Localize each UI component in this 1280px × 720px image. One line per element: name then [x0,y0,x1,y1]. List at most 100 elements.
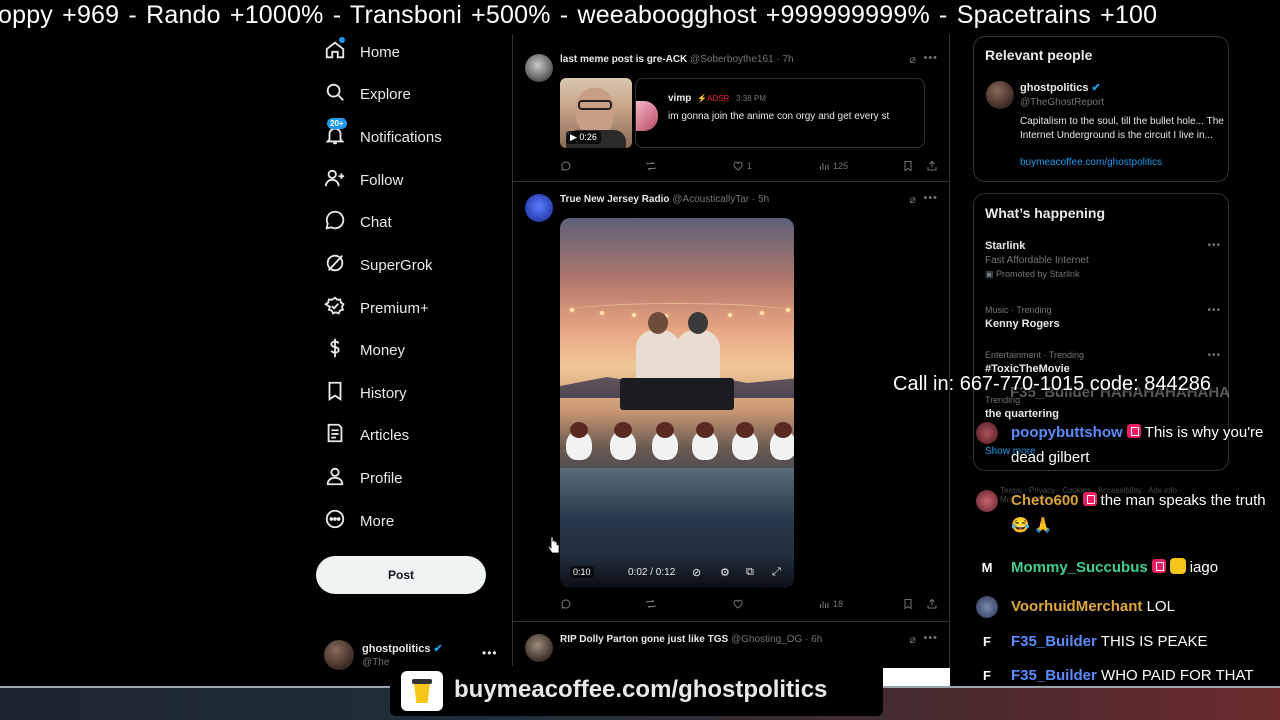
like-button[interactable]: 1 [732,160,752,172]
nav-item-premium[interactable]: Premium+ [323,292,429,324]
views-icon [820,163,829,170]
fullscreen-icon[interactable]: ⤢ [772,566,781,579]
post-1[interactable]: last meme post is gre-ACK @Soberboythe16… [513,34,949,182]
quote-tag: ⚡ADSR [697,94,730,103]
nav-item-notifications[interactable]: 20+ Notifications [324,117,442,153]
mute-icon[interactable]: ⊘ [692,566,701,579]
post-header: RIP Dolly Parton gone just like TGS @Gho… [560,634,822,645]
chat-username: F35_Builder [1011,633,1097,650]
relevant-name[interactable]: ghostpolitics ✔ [1020,81,1101,94]
post-actions: 18 [560,598,942,614]
notification-badge: 20+ [327,117,347,129]
verified-icon: ✔ [433,643,443,655]
video-thumbnail[interactable]: ▶ 0:26 [560,78,632,148]
relevant-link[interactable]: buymeacoffee.com/ghostpolitics [1020,157,1162,168]
bookmark-button[interactable] [902,160,914,172]
avatar[interactable] [525,194,553,222]
premium-icon [323,295,346,322]
trend-title: Kenny Rogers [985,318,1060,330]
avatar[interactable] [525,634,553,662]
reply-button[interactable] [560,598,572,610]
bell-icon: 20+ [324,117,347,151]
more-dots-icon[interactable]: ••• [923,632,938,644]
post-meta: @AcousticallyTar · 5h [672,194,770,205]
nav-label-home: Home [360,43,401,61]
bookmark-button[interactable] [902,598,914,610]
view-count: 18 [833,599,844,609]
trend-item[interactable]: Entertainment · Trending #ToxicTheMovie … [985,350,1221,375]
post-author[interactable]: last meme post is gre-ACK [560,54,687,65]
quoted-post[interactable]: vimp ⚡ADSR 3:38 PM im gonna join the ani… [635,78,925,148]
chat-username: Mommy_Succubus [1011,559,1148,576]
heart-icon [733,599,743,609]
share-button[interactable] [926,160,938,172]
nav-item-supergrok[interactable]: SuperGrok [324,249,433,281]
chat-text: LOL [1146,598,1175,615]
grok-icon[interactable]: ⌀ [909,53,916,66]
chat-text: iago [1189,559,1219,576]
settings-icon[interactable]: ⚙ [720,566,730,579]
more-dots-icon[interactable]: ••• [482,646,498,660]
nav-item-profile[interactable]: Profile [324,462,403,494]
trend-promo: ▣ Promoted by Starlink [985,269,1080,279]
mouse-cursor-icon [548,536,560,554]
grok-icon[interactable]: ⌀ [909,633,916,646]
more-dots-icon[interactable]: ••• [923,52,938,64]
more-dots-icon[interactable]: ••• [1207,240,1221,251]
views-button[interactable]: 18 [818,598,843,610]
nav-item-explore[interactable]: Explore [324,78,411,110]
nav-item-more[interactable]: More [324,505,394,537]
trend-item[interactable]: Starlink Fast Affordable Internet ▣ Prom… [985,240,1221,280]
reply-button[interactable] [560,160,572,172]
repost-button[interactable] [645,160,657,172]
chat-username: Cheto600 [1011,492,1079,509]
nav-item-chat[interactable]: Chat [324,206,392,238]
repost-icon [646,161,656,171]
video-player[interactable]: 0:10 0:02 / 0:12 ⊘ ⚙ ⧉ ⤢ [560,218,794,588]
account-handle: @The [362,657,390,668]
more-dots-icon[interactable]: ••• [1207,305,1221,316]
repost-button[interactable] [645,598,657,610]
chat-icon [324,209,346,236]
coffee-cup-icon [401,671,443,711]
avatar[interactable] [986,81,1014,109]
more-dots-icon[interactable]: ••• [923,192,938,204]
post-2[interactable]: True New Jersey Radio @AcousticallyTar ·… [513,182,949,622]
avatar [976,422,998,444]
post-meta: @Ghosting_OG · 6h [730,634,823,645]
coffee-banner: buymeacoffee.com/ghostpolitics [390,666,883,716]
nav-label-follow: Follow [360,171,404,189]
trend-item[interactable]: Music · Trending Kenny Rogers ••• [985,305,1221,330]
chat-message: poopybuttshow This is why you're dead gil… [976,420,1276,470]
nav-item-articles[interactable]: Articles [324,419,409,451]
call-in-overlay: Call in: 667-770-1015 code: 844286 [893,373,1212,395]
views-button[interactable]: 125 [818,160,848,172]
avatar: F [983,634,991,649]
nav-label-notifications: Notifications [360,128,442,146]
nav-item-home[interactable]: Home [324,36,400,68]
like-button[interactable] [732,598,744,610]
heart-icon [733,161,743,171]
nav-label-explore: Explore [360,85,411,103]
nav-item-history[interactable]: History [324,377,407,409]
post-author[interactable]: True New Jersey Radio [560,194,670,205]
quote-time: 3:38 PM [736,94,766,103]
post-button[interactable]: Post [316,556,486,594]
profile-icon [324,465,346,492]
bookmark-icon [904,599,912,610]
chat-message: F F35_Builder WHO PAID FOR THAT [976,663,1276,688]
avatar [976,596,998,618]
chat-message: VoorhuidMerchant LOL [976,594,1276,619]
grok-icon[interactable]: ⌀ [909,193,916,206]
avatar[interactable] [525,54,553,82]
nav-item-follow[interactable]: Follow [324,164,403,196]
pip-icon[interactable]: ⧉ [746,566,754,579]
avatar: F [983,668,991,683]
nav-label-more: More [360,512,395,530]
nav-item-money[interactable]: Money [324,334,405,366]
share-button[interactable] [926,598,938,610]
post-author[interactable]: RIP Dolly Parton gone just like TGS [560,634,728,645]
trend-sub: Fast Affordable Internet [985,255,1089,266]
more-dots-icon[interactable]: ••• [1207,350,1221,361]
timeline: last meme post is gre-ACK @Soberboythe16… [512,34,950,694]
